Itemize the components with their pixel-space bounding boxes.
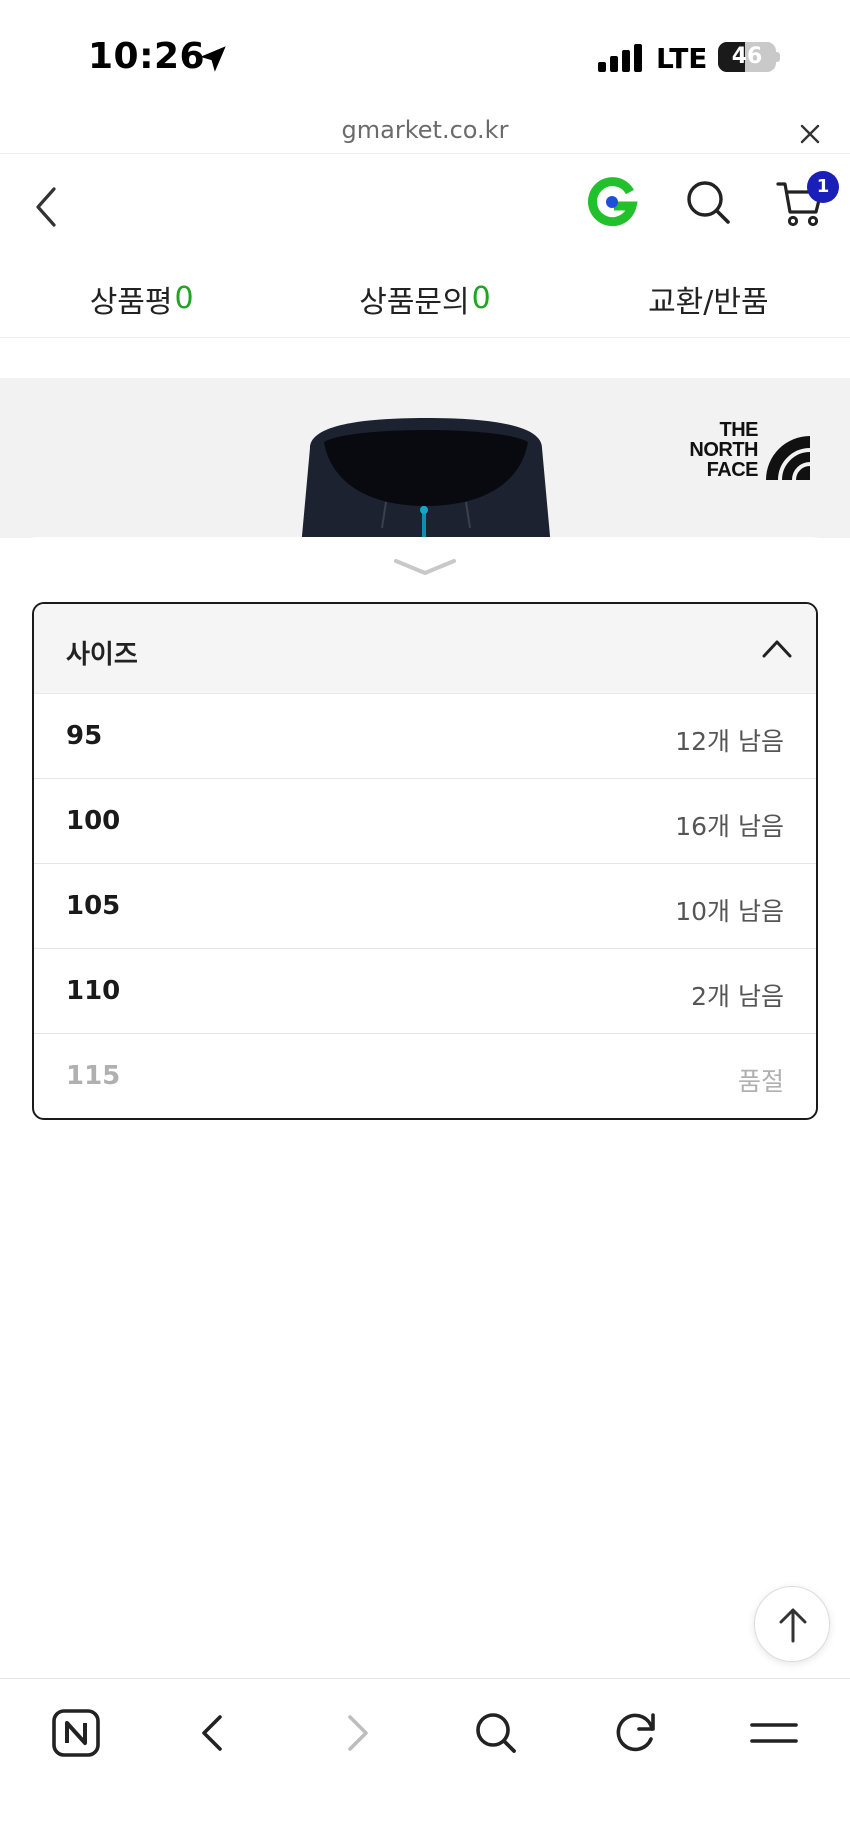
size-value: 110 (66, 976, 121, 1006)
search-icon[interactable] (684, 178, 732, 226)
stock-text: 품절 (737, 1067, 784, 1096)
size-option-sold-out: 115 품절 (34, 1034, 816, 1118)
size-dropdown-title: 사이즈 (66, 640, 138, 670)
tab-count: 0 (471, 281, 491, 316)
stock-text: 2개 남음 (691, 982, 784, 1011)
size-option[interactable]: 110 2개 남음 (34, 949, 816, 1034)
stock-text: 16개 남음 (675, 812, 784, 841)
network-type: LTE (656, 42, 708, 75)
size-value: 115 (66, 1061, 121, 1091)
size-dropdown-header[interactable]: 사이즈 (34, 604, 816, 694)
brand-logo-mark (766, 436, 810, 480)
stock-text: 10개 남음 (675, 897, 784, 926)
status-bar: 10:26 LTE 46 (0, 0, 850, 110)
chevron-right-icon[interactable] (326, 1703, 386, 1763)
menu-icon[interactable] (744, 1703, 804, 1763)
size-value: 95 (66, 721, 103, 751)
size-dropdown: 사이즈 95 12개 남음 100 16개 남음 105 10개 남음 110 … (32, 602, 818, 1120)
tab-questions[interactable]: 상품문의 0 (283, 260, 566, 337)
tab-exchange-return[interactable]: 교환/반품 (567, 260, 850, 337)
size-value: 105 (66, 891, 121, 921)
size-value: 100 (66, 806, 121, 836)
close-icon[interactable] (796, 120, 824, 148)
reload-icon[interactable] (606, 1703, 666, 1763)
tab-count: 0 (174, 281, 194, 316)
product-tabs: 상품평 0 상품문의 0 교환/반품 (0, 260, 850, 338)
tab-label: 교환/반품 (648, 284, 769, 320)
signal-bars-icon (598, 44, 642, 72)
cart-count-badge: 1 (807, 171, 839, 203)
tab-label: 상품평 (89, 284, 173, 320)
brand-logo-text: THE NORTH FACE (689, 419, 758, 481)
chevron-down-icon[interactable] (392, 555, 458, 579)
battery-indicator: 46 (718, 42, 780, 72)
chevron-left-icon[interactable] (184, 1703, 244, 1763)
chevron-up-icon[interactable] (760, 634, 794, 662)
battery-level: 46 (731, 44, 763, 69)
tab-reviews[interactable]: 상품평 0 (0, 260, 283, 337)
url-bar[interactable]: gmarket.co.kr (0, 110, 850, 154)
back-button[interactable] (28, 179, 68, 235)
size-option[interactable]: 105 10개 남음 (34, 864, 816, 949)
url-domain[interactable]: gmarket.co.kr (0, 116, 850, 144)
arrow-up-icon (779, 1608, 807, 1643)
tab-label: 상품문의 (359, 284, 470, 320)
search-icon[interactable] (466, 1703, 526, 1763)
brand-logo: THE NORTH FACE (678, 420, 810, 482)
browser-toolbar (0, 1678, 850, 1842)
option-bottom-sheet: 사이즈 95 12개 남음 100 16개 남음 105 10개 남음 110 … (0, 537, 850, 1675)
size-option[interactable]: 100 16개 남음 (34, 779, 816, 864)
size-option[interactable]: 95 12개 남음 (34, 694, 816, 779)
naver-n-icon[interactable] (46, 1703, 106, 1763)
stock-text: 12개 남음 (675, 727, 784, 756)
location-arrow-icon (200, 46, 226, 72)
gmarket-g-logo[interactable] (586, 176, 638, 228)
product-image[interactable]: THE NORTH FACE (0, 378, 850, 538)
jacket-image (301, 418, 551, 538)
scroll-top-button[interactable] (754, 1586, 830, 1662)
status-time: 10:26 (88, 36, 206, 77)
